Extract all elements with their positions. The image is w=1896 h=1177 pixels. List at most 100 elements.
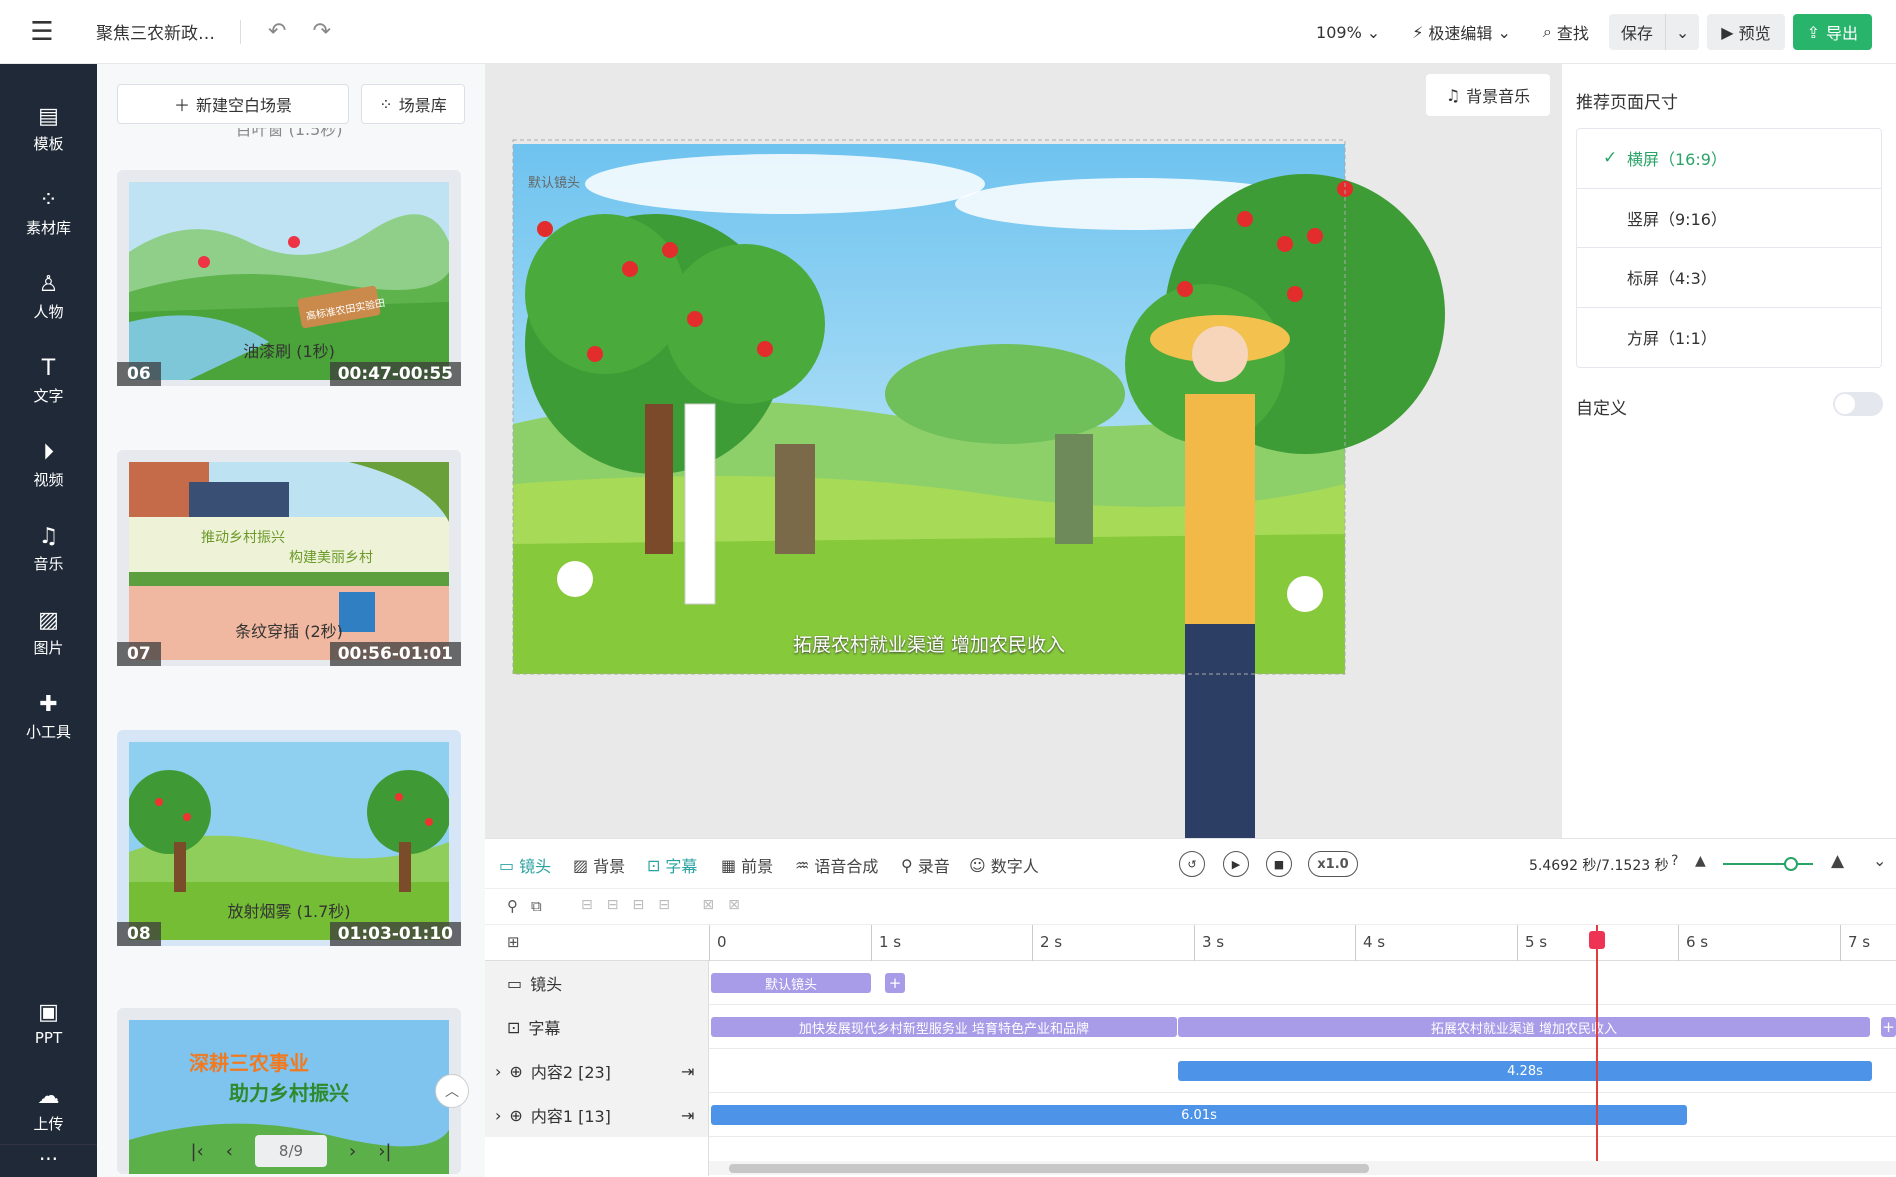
nav-item-music[interactable]: ♫ 音乐 <box>0 524 97 574</box>
layers-icon[interactable]: ⧉ <box>531 897 542 915</box>
prev-page-icon[interactable]: ‹ <box>226 1141 233 1162</box>
nav-label: PPT <box>34 1029 63 1047</box>
redo-icon[interactable]: ↷ <box>312 19 330 44</box>
subtitle-clip[interactable]: 加快发展现代乡村新型服务业 培育特色产业和品牌 <box>711 1017 1177 1037</box>
enter-icon[interactable]: ⇥ <box>681 1062 694 1081</box>
nav-item-image[interactable]: ▨ 图片 <box>0 608 97 658</box>
enter-icon[interactable]: ⇥ <box>681 1106 694 1125</box>
thumb-line2: 构建美丽乡村 <box>289 550 373 566</box>
help-icon[interactable]: ? <box>1671 853 1678 869</box>
scene-transition-label[interactable]: 放射烟雾 (1.7秒) <box>117 898 461 922</box>
tab-background[interactable]: ▨ 背景 <box>573 853 625 877</box>
edit-toolbar: ⚲ ⧉ ⊟⊟⊟⊟ ⊠⊠ <box>485 889 1896 925</box>
layer-icon: ⊕ <box>509 1105 523 1125</box>
nav-item-text[interactable]: T 文字 <box>0 356 97 406</box>
tab-record[interactable]: ⚲ 录音 <box>901 853 950 877</box>
stop-icon[interactable]: ■ <box>1266 851 1292 877</box>
document-title[interactable]: 聚焦三农新政… <box>96 19 226 44</box>
bg-music-label: 背景音乐 <box>1466 87 1531 106</box>
undo-icon[interactable]: ↶ <box>268 19 286 44</box>
track-content-2: › ⊕ 内容2 [23] ⇥ 4.28s <box>485 1049 1896 1093</box>
size-option-portrait[interactable]: 竖屏（9:16） <box>1577 189 1881 248</box>
size-option-landscape[interactable]: 横屏（16:9） <box>1577 129 1881 189</box>
thumb-line1: 推动乡村振兴 <box>201 530 285 546</box>
playhead-handle[interactable] <box>1589 931 1605 949</box>
add-subtitle-button[interactable]: + <box>1881 1017 1896 1037</box>
zoom-slider[interactable] <box>1723 857 1813 871</box>
save-button[interactable]: 保存 <box>1609 14 1665 50</box>
expand-icon[interactable]: › <box>495 1062 501 1081</box>
nav-item-materials[interactable]: ⁘ 素材库 <box>0 188 97 238</box>
timeline-scrollbar[interactable] <box>709 1161 1896 1175</box>
scene-canvas[interactable] <box>485 64 1561 838</box>
last-page-icon[interactable]: ›| <box>378 1141 391 1162</box>
tab-digital-human[interactable]: ☺ 数字人 <box>969 853 1039 877</box>
tab-shot[interactable]: ▭ 镜头 <box>499 853 551 877</box>
timeline-panel: ▭ 镜头 ▨ 背景 ⊡ 字幕 ▦ 前景 ♒ 语音合成 ⚲ 录音 ☺ 数字人 ↺ ▶ ■ x1.… <box>485 838 1896 1177</box>
canvas-subtitle[interactable]: 拓展农村就业渠道 增加农民收入 <box>513 630 1345 657</box>
subtitle-clip[interactable]: 拓展农村就业渠道 增加农民收入 <box>1178 1017 1870 1037</box>
top-toolbar: ☰ 聚焦三农新政… ↶ ↷ 109% ⌄ ⚡ 极速编辑 ⌄ ⌕ 查找 保存 ⌄ ▶ 预览 ⇪… <box>0 0 1896 64</box>
zoom-in-icon[interactable]: ▲ <box>1831 851 1844 871</box>
zoom-slider-handle[interactable] <box>1784 857 1798 871</box>
custom-toggle[interactable] <box>1833 392 1883 416</box>
zoom-out-icon[interactable]: ▲ <box>1695 853 1706 869</box>
page-indicator[interactable]: 8/9 <box>255 1135 327 1167</box>
edit-mode-select[interactable]: ⚡ 极速编辑 ⌄ <box>1400 20 1523 44</box>
scrollbar-thumb[interactable] <box>729 1164 1369 1173</box>
playhead[interactable] <box>1596 925 1598 1165</box>
scene-library-button[interactable]: ⁘ 场景库 <box>361 84 465 124</box>
grid-icon: ⁘ <box>379 94 393 114</box>
tab-tts[interactable]: ♒ 语音合成 <box>795 853 878 877</box>
export-button[interactable]: ⇪ 导出 <box>1792 14 1872 50</box>
nav-label: 音乐 <box>33 555 64 573</box>
align-tools-icon[interactable]: ⊟⊟⊟⊟ ⊠⊠ <box>581 897 754 913</box>
size-option-square[interactable]: 方屏（1:1） <box>1577 308 1881 368</box>
time-readout: 5.4692 秒/7.1523 秒 <box>1529 858 1669 874</box>
nav-item-template[interactable]: ▤ 模板 <box>0 104 97 154</box>
first-page-icon[interactable]: |‹ <box>191 1141 204 1162</box>
tab-foreground[interactable]: ▦ 前景 <box>721 853 773 877</box>
play-icon[interactable]: ▶ <box>1223 851 1249 877</box>
replay-icon[interactable]: ↺ <box>1179 851 1205 877</box>
nav-item-person[interactable]: ♙ 人物 <box>0 272 97 322</box>
scene-transition-label[interactable]: 油漆刷 (1秒) <box>117 338 461 362</box>
content-clip[interactable]: 6.01s <box>711 1105 1687 1125</box>
menu-icon[interactable]: ☰ <box>0 0 84 64</box>
nav-label: 视频 <box>33 471 64 489</box>
content-clip[interactable]: 4.28s <box>1178 1061 1872 1081</box>
expand-icon[interactable]: › <box>495 1106 501 1125</box>
preview-button[interactable]: ▶ 预览 <box>1707 14 1785 50</box>
add-shot-button[interactable]: + <box>885 973 905 993</box>
speed-button[interactable]: x1.0 <box>1308 851 1358 877</box>
page-size-title: 推荐页面尺寸 <box>1576 93 1678 113</box>
template-icon: ▤ <box>38 104 59 129</box>
track-content-1: › ⊕ 内容1 [13] ⇥ 6.01s <box>485 1093 1896 1137</box>
tab-label: 前景 <box>741 857 774 876</box>
save-dropdown-icon[interactable]: ⌄ <box>1664 14 1699 50</box>
next-page-icon[interactable]: › <box>349 1141 356 1162</box>
find-button[interactable]: ⌕ 查找 <box>1531 20 1601 44</box>
time-ruler[interactable]: ⊞ 0 1 s 2 s 3 s 4 s 5 s 6 s 7 s <box>485 925 1896 961</box>
scroll-top-icon[interactable]: ︿ <box>435 1074 469 1108</box>
more-icon[interactable]: ··· <box>0 1144 97 1171</box>
ruler-tick: 3 s <box>1202 933 1225 951</box>
nav-item-ppt[interactable]: ▣ PPT <box>0 1000 97 1047</box>
nav-item-video[interactable]: ⏵ 视频 <box>0 440 97 490</box>
tab-subtitle[interactable]: ⊡ 字幕 <box>647 853 697 877</box>
camera-icon: ▭ <box>499 855 515 875</box>
shot-clip[interactable]: 默认镜头 <box>711 973 871 993</box>
filter-icon[interactable]: ⚲ <box>507 897 518 915</box>
zoom-select[interactable]: 109% ⌄ <box>1304 23 1392 42</box>
new-blank-scene-button[interactable]: ＋ 新建空白场景 <box>117 84 349 124</box>
scene-time-range: 00:56-01:01 <box>329 642 461 666</box>
ruler-settings-icon[interactable]: ⊞ <box>507 933 520 951</box>
background-music-button[interactable]: ♫ 背景音乐 <box>1426 74 1550 116</box>
nav-item-upload[interactable]: ☁ 上传 <box>0 1084 97 1134</box>
edit-mode-label: 极速编辑 <box>1428 24 1493 43</box>
left-nav: ▤ 模板 ⁘ 素材库 ♙ 人物 T 文字 ⏵ 视频 ♫ 音乐 ▨ 图片 ✚ 小工具 ▣ PPT ☁… <box>0 64 97 1177</box>
nav-item-tools[interactable]: ✚ 小工具 <box>0 692 97 742</box>
collapse-icon[interactable]: ⌄ <box>1873 851 1886 870</box>
size-option-standard[interactable]: 标屏（4:3） <box>1577 248 1881 308</box>
scene-transition-label[interactable]: 条纹穿插 (2秒) <box>117 618 461 642</box>
